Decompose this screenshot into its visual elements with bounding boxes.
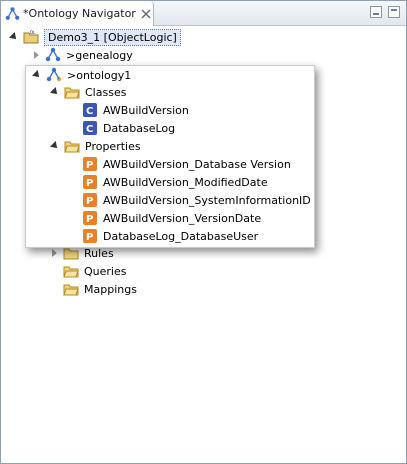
class-item[interactable]: C AWBuildVersion (82, 101, 189, 119)
tree-item-ontology1[interactable]: >ontology1 (32, 66, 131, 84)
property-item-label: AWBuildVersion_SystemInformationID (103, 193, 311, 207)
property-item-label: DatabaseLog_DatabaseUser (103, 229, 259, 243)
tree-hover-popup: >ontology1 Classes C AWBuildVersion C Da… (25, 65, 315, 248)
property-item[interactable]: P DatabaseLog_DatabaseUser (82, 227, 258, 245)
ontology-icon (46, 67, 62, 82)
expand-toggle-icon[interactable] (49, 248, 59, 258)
svg-text:C: C (86, 106, 93, 117)
expand-toggle-icon[interactable] (9, 32, 19, 42)
tree-item-genealogy[interactable]: >genealogy (31, 46, 133, 64)
svg-text:P: P (86, 232, 93, 243)
class-icon: C (83, 103, 97, 117)
property-item-label: AWBuildVersion_VersionDate (103, 211, 262, 225)
expand-toggle-icon[interactable] (50, 141, 60, 151)
property-item-label: AWBuildVersion_Database Version (103, 157, 291, 171)
tree-root[interactable]: OL Demo3_1 [ObjectLogic] (9, 28, 181, 46)
tree-item-label: Mappings (84, 282, 137, 296)
class-item-label: DatabaseLog (103, 121, 176, 135)
tree-item-classes[interactable]: Classes (50, 83, 126, 101)
ontology-navigator-icon (5, 6, 20, 20)
svg-text:P: P (86, 196, 93, 207)
folder-icon (63, 284, 79, 296)
tree-item-queries[interactable]: Queries (63, 262, 126, 280)
property-icon: P (83, 175, 97, 189)
tree-root-label: Demo3_1 [ObjectLogic] (44, 28, 181, 46)
property-icon: P (83, 157, 97, 171)
view-tabbar: *Ontology Navigator (1, 1, 406, 26)
tree-item-label: >ontology1 (67, 68, 132, 82)
property-item-label: AWBuildVersion_ModifiedDate (103, 175, 268, 189)
project-icon: OL (23, 30, 39, 44)
minimize-icon[interactable] (370, 6, 382, 18)
folder-icon (63, 266, 79, 278)
tree-item-label: Classes (85, 85, 127, 99)
class-icon: C (83, 121, 97, 135)
close-icon[interactable] (140, 7, 153, 21)
property-item[interactable]: P AWBuildVersion_Database Version (82, 155, 291, 173)
property-item[interactable]: P AWBuildVersion_ModifiedDate (82, 173, 268, 191)
svg-text:OL: OL (30, 30, 36, 35)
ontology-icon (45, 47, 61, 62)
property-icon: P (83, 211, 97, 225)
tab-ontology-navigator[interactable]: *Ontology Navigator (1, 1, 154, 26)
tree-item-label: >genealogy (66, 48, 133, 62)
svg-text:P: P (86, 178, 93, 189)
folder-open-icon (64, 87, 80, 99)
expand-toggle-icon[interactable] (32, 70, 42, 80)
expand-toggle-icon[interactable] (50, 87, 60, 97)
ontology-navigator-view: *Ontology Navigator OL Demo3_1 [ObjectLo… (0, 0, 407, 464)
expand-toggle-icon[interactable] (31, 50, 41, 60)
property-item[interactable]: P AWBuildVersion_VersionDate (82, 209, 261, 227)
svg-text:P: P (86, 214, 93, 225)
tab-title: *Ontology Navigator (23, 7, 136, 20)
property-icon: P (83, 229, 97, 243)
property-item[interactable]: P AWBuildVersion_SystemInformationID (82, 191, 311, 209)
class-item[interactable]: C DatabaseLog (82, 119, 175, 137)
tree-item-label: Properties (85, 139, 141, 153)
svg-text:C: C (86, 124, 93, 135)
class-item-label: AWBuildVersion (103, 103, 189, 117)
tree-item-properties[interactable]: Properties (50, 137, 141, 155)
folder-open-icon (64, 141, 80, 153)
maximize-icon[interactable] (388, 6, 400, 18)
svg-text:P: P (86, 160, 93, 171)
tree-item-label: Rules (84, 246, 114, 260)
property-icon: P (83, 193, 97, 207)
tree-item-mappings[interactable]: Mappings (63, 280, 137, 298)
tree-item-label: Queries (84, 264, 127, 278)
